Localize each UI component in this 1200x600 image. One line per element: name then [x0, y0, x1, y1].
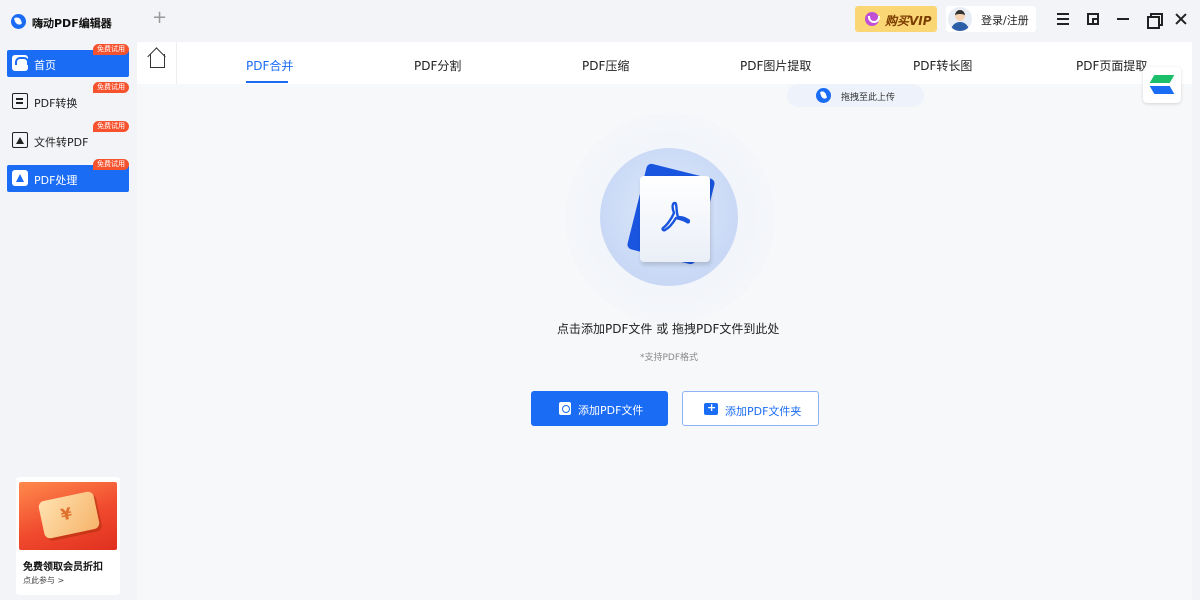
- new-tab-button[interactable]: +: [152, 8, 167, 28]
- tab-pdf-compress[interactable]: PDF压缩: [582, 57, 629, 74]
- tab-pdf-to-long-image[interactable]: PDF转长图: [913, 57, 972, 74]
- acrobat-icon: [660, 200, 690, 232]
- file-to-pdf-icon: [12, 132, 28, 148]
- home-tab-icon[interactable]: [137, 42, 177, 84]
- sidebar-item-label: 文件转PDF: [34, 134, 88, 150]
- drag-upload-tip: 拖拽至此上传: [787, 84, 924, 107]
- login-button[interactable]: 登录/注册: [946, 6, 1036, 32]
- add-pdf-folder-button[interactable]: 添加PDF文件夹: [682, 391, 819, 426]
- sidebar-item-label: 首页: [34, 57, 56, 73]
- promo-card[interactable]: 免费领取会员折扣 点此参与 >: [16, 477, 120, 595]
- upload-logo-icon: [816, 88, 831, 103]
- buy-vip-button[interactable]: 购买VIP: [855, 6, 937, 32]
- tab-pdf-page-extract[interactable]: PDF页面提取: [1076, 57, 1147, 74]
- menu-icon[interactable]: [1054, 10, 1072, 28]
- free-trial-badge: 免费试用: [93, 44, 129, 55]
- pdf-file-icon: [559, 402, 571, 415]
- pdf-process-icon: [12, 170, 28, 186]
- add-pdf-file-label: 添加PDF文件: [578, 402, 643, 418]
- drop-instruction: 点击添加PDF文件 或 拖拽PDF文件到此处: [557, 320, 779, 337]
- layout-icon[interactable]: [1084, 10, 1102, 28]
- promo-title: 免费领取会员折扣: [23, 558, 103, 573]
- tab-pdf-merge[interactable]: PDF合并: [246, 57, 293, 74]
- minimize-icon[interactable]: [1114, 10, 1132, 28]
- add-pdf-folder-label: 添加PDF文件夹: [725, 403, 801, 419]
- coupon-icon: [38, 491, 101, 540]
- format-note: *支持PDF格式: [640, 350, 698, 363]
- sidebar-item-label: PDF处理: [34, 172, 77, 188]
- side-tool-icon[interactable]: [1143, 67, 1181, 103]
- login-label: 登录/注册: [981, 12, 1029, 28]
- avatar: [948, 7, 972, 31]
- promo-image: [19, 482, 117, 550]
- convert-icon: [12, 93, 28, 109]
- promo-link[interactable]: 点此参与 >: [23, 575, 64, 586]
- vip-diamond-icon: [865, 12, 879, 26]
- tab-pdf-split[interactable]: PDF分割: [414, 57, 461, 74]
- tab-bar: PDF合并 PDF分割 PDF压缩 PDF图片提取 PDF转长图 PDF页面提取: [137, 42, 1192, 84]
- sidebar-item-label: PDF转换: [34, 95, 77, 111]
- home-icon: [12, 55, 28, 71]
- free-trial-badge: 免费试用: [93, 82, 129, 93]
- tab-pdf-image-extract[interactable]: PDF图片提取: [740, 57, 811, 74]
- folder-plus-icon: [704, 403, 718, 415]
- app-logo-icon: [11, 14, 26, 29]
- add-pdf-file-button[interactable]: 添加PDF文件: [531, 391, 668, 426]
- drag-tip-label: 拖拽至此上传: [841, 90, 895, 103]
- restore-icon[interactable]: [1144, 10, 1162, 28]
- active-tab-indicator: [246, 81, 288, 83]
- app-title: 嗨动PDF编辑器: [32, 15, 112, 31]
- title-bar: 嗨动PDF编辑器 + 购买VIP 登录/注册: [0, 0, 1200, 38]
- free-trial-badge: 免费试用: [93, 159, 129, 170]
- free-trial-badge: 免费试用: [93, 121, 129, 132]
- vip-label: 购买VIP: [885, 12, 932, 29]
- close-icon[interactable]: [1172, 10, 1190, 28]
